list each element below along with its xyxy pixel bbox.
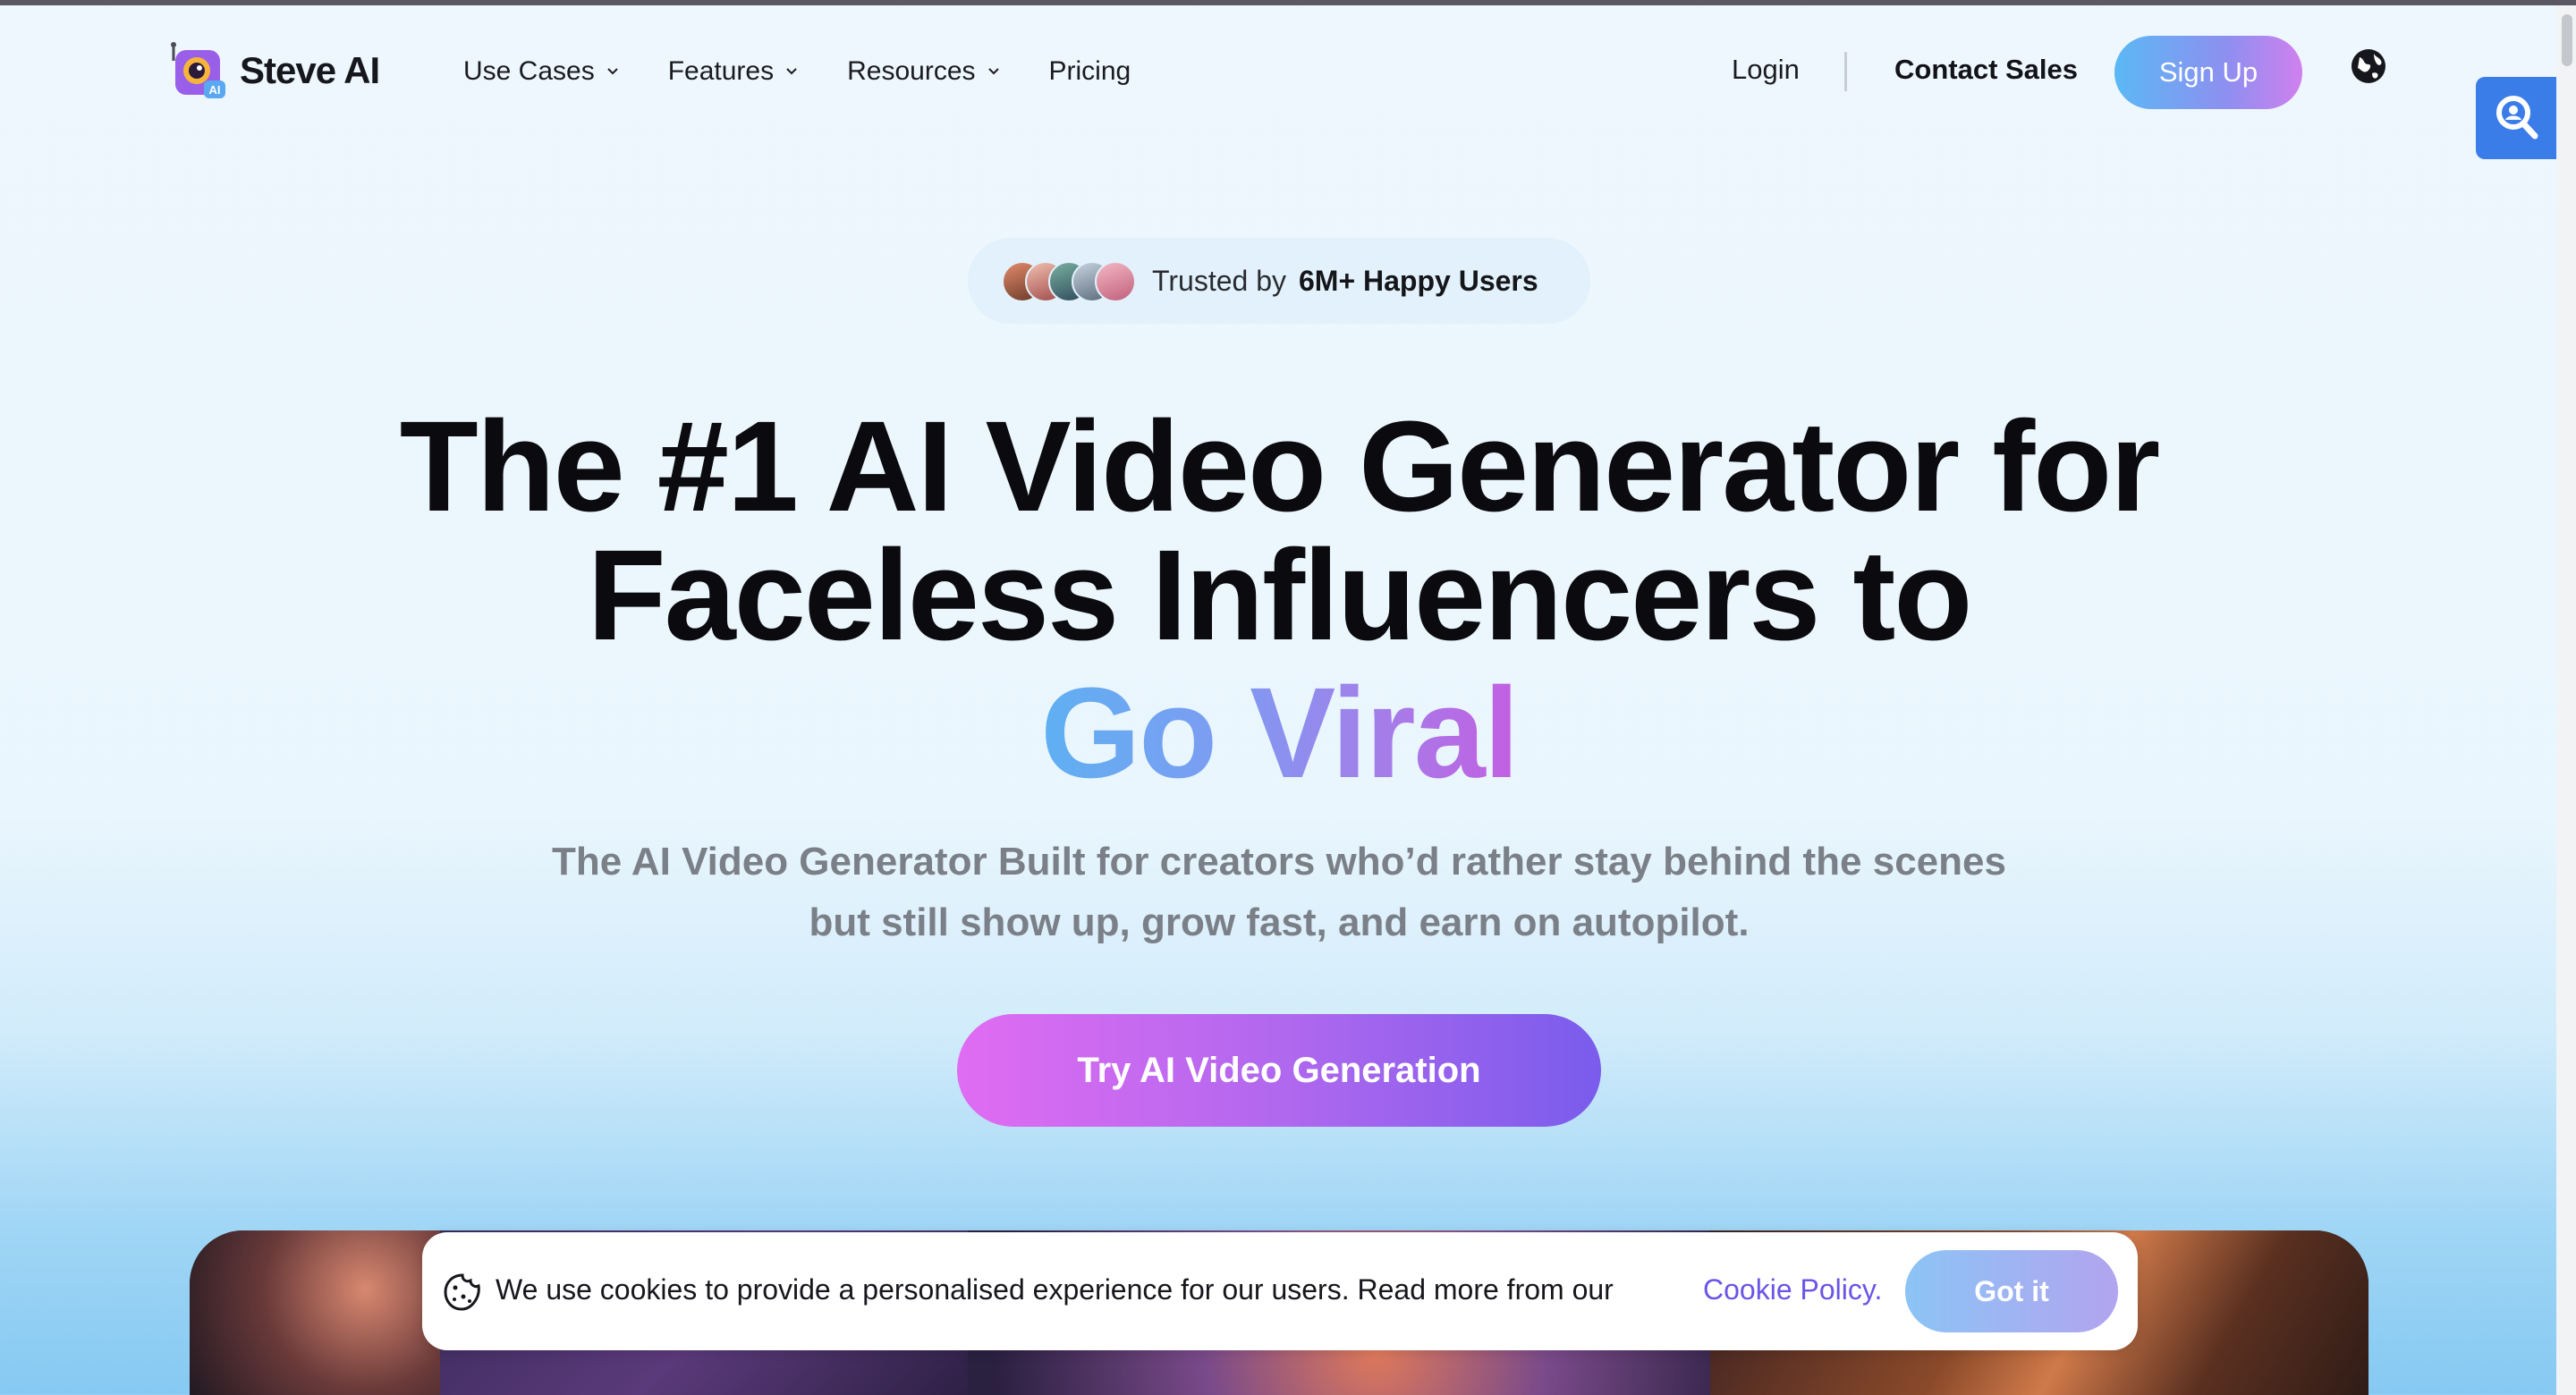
nav-resources[interactable]: Resources (847, 56, 1000, 87)
try-ai-video-button[interactable]: Try AI Video Generation (957, 1014, 1601, 1127)
login-link[interactable]: Login (1732, 54, 1800, 86)
cookie-message: We use cookies to provide a personalised… (496, 1273, 1614, 1306)
trusted-count: 6M+ Happy Users (1298, 264, 1538, 297)
subtitle-line-1: The AI Video Generator Built for creator… (552, 840, 2006, 884)
avatar (1095, 261, 1136, 302)
nav-use-cases-label: Use Cases (463, 56, 595, 86)
window-top-border (0, 0, 2576, 5)
nav-pricing[interactable]: Pricing (1049, 56, 1131, 87)
video-thumbnail (190, 1230, 440, 1395)
sign-up-button[interactable]: Sign Up (2114, 36, 2302, 109)
headline-highlight-line: Go Viral (0, 669, 2558, 798)
headline-line-1: The #1 AI Video Generator for (399, 394, 2161, 538)
nav-resources-label: Resources (847, 56, 976, 86)
chevron-down-icon (987, 68, 999, 75)
nav-pricing-label: Pricing (1048, 56, 1131, 86)
nav-features[interactable]: Features (668, 56, 799, 87)
chevron-down-icon (607, 68, 618, 75)
headline-highlight: Go Viral (1040, 661, 1520, 805)
header-divider (1844, 52, 1847, 91)
trusted-label: Trusted by (1152, 264, 1286, 297)
main-nav: Use Cases Features Resources Pricing (463, 50, 1131, 93)
side-search-widget[interactable] (2476, 77, 2558, 159)
nav-features-label: Features (667, 56, 775, 86)
cookie-banner: We use cookies to provide a personalised… (422, 1232, 2138, 1350)
globe-icon[interactable] (2349, 46, 2388, 86)
got-it-button[interactable]: Got it (1905, 1250, 2118, 1332)
scrollbar-thumb[interactable] (2562, 14, 2572, 66)
logo[interactable]: AI Steve AI (168, 39, 380, 102)
trusted-badge: Trusted by 6M+ Happy Users (968, 238, 1590, 324)
steve-ai-logo-icon: AI (168, 41, 227, 100)
search-icon (2496, 96, 2538, 140)
hero-subtitle: The AI Video Generator Built for creator… (0, 832, 2558, 953)
contact-sales-link[interactable]: Contact Sales (1894, 54, 2078, 86)
logo-text: Steve AI (240, 49, 380, 91)
headline-line-2: Faceless Influencers to (587, 523, 1973, 667)
page-title: The #1 AI Video Generator for Faceless I… (0, 402, 2558, 660)
user-avatars (1002, 261, 1136, 302)
cookie-policy-link[interactable]: Cookie Policy. (1703, 1273, 1882, 1306)
subtitle-line-2: but still show up, grow fast, and earn o… (809, 900, 1750, 944)
chevron-down-icon (786, 68, 797, 75)
svg-text:AI: AI (209, 83, 221, 97)
page-scrollbar[interactable] (2556, 5, 2576, 1395)
cookie-icon (444, 1273, 480, 1311)
nav-use-cases[interactable]: Use Cases (463, 56, 620, 87)
